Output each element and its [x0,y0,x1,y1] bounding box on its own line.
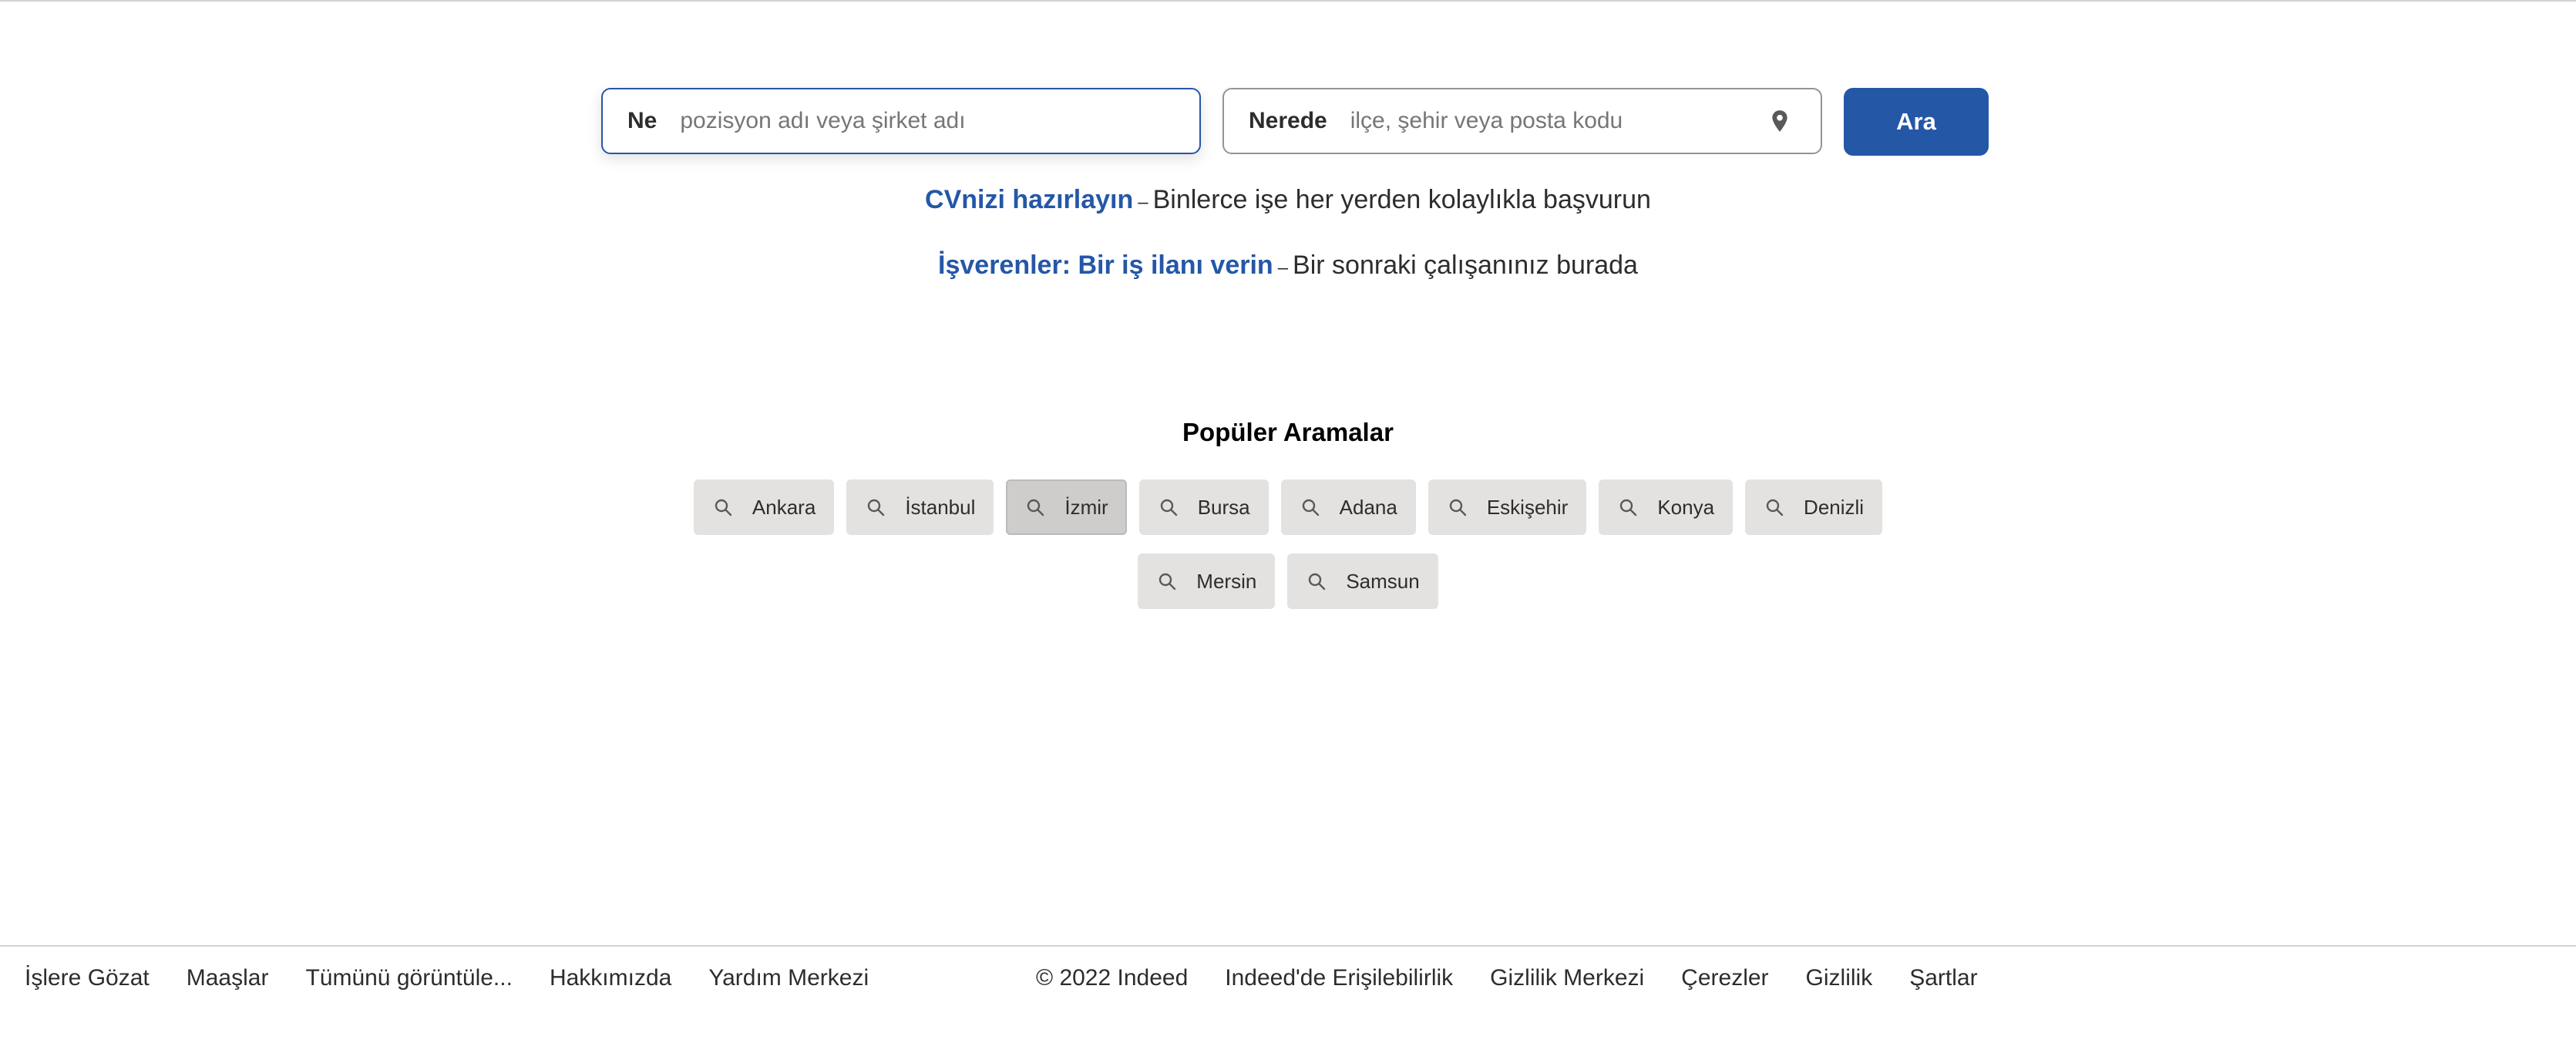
footer-link-browse-jobs[interactable]: İşlere Gözat [25,965,150,991]
popular-search-label: Konya [1657,495,1715,519]
what-search-field[interactable]: Ne [601,88,1201,154]
popular-search-chip[interactable]: Mersin [1138,553,1276,609]
popular-search-chip[interactable]: Denizli [1745,479,1883,535]
popular-search-chip[interactable]: İstanbul [846,479,994,535]
popular-search-label: Denizli [1804,495,1865,519]
promo-resume-text: Binlerce işe her yerden kolaylıkla başvu… [1152,185,1651,214]
search-icon [715,499,732,516]
search-icon [1766,499,1784,516]
popular-search-label: Samsun [1346,569,1420,593]
search-icon [1159,573,1176,590]
promo-employers: İşverenler: Bir iş ilanı verin – Bir sonra… [0,251,2576,281]
search-icon [1620,499,1637,516]
popular-search-label: Mersin [1196,569,1257,593]
indeed-home-page: Ne Nerede Ara CVnizi hazırlayın–Binlerce… [0,0,2576,1053]
popular-search-label: Eskişehir [1486,495,1569,519]
footer-link-help-center[interactable]: Yardım Merkezi [708,965,869,991]
footer-left-links: İşlere Gözat Maaşlar Tümünü görüntüle...… [25,965,869,991]
promo-separator: – [1277,257,1289,278]
what-label: Ne [627,108,657,133]
where-search-input[interactable] [1327,98,1770,144]
popular-search-chip[interactable]: Eskişehir [1428,479,1587,535]
top-divider [0,0,2576,2]
footer-link-cookies[interactable]: Çerezler [1681,965,1768,991]
popular-search-chip[interactable]: Bursa [1138,479,1269,535]
where-search-field[interactable]: Nerede [1222,88,1822,154]
search-icon [1160,499,1177,516]
promo-separator: – [1138,192,1148,213]
popular-searches-row-1: Ankara İstanbul İzmir Bursa Adana Eskişe… [0,479,2576,535]
location-pin-icon [1772,110,1787,132]
popular-search-chip-active[interactable]: İzmir [1006,479,1127,535]
search-button[interactable]: Ara [1844,88,1989,156]
post-job-link[interactable]: İşverenler: Bir iş ilanı verin [938,251,1273,280]
create-resume-link[interactable]: CVnizi hazırlayın [925,185,1133,214]
promo-resume: CVnizi hazırlayın – Binlerce işe her yerde… [0,185,2576,215]
search-icon [1449,499,1467,516]
footer-link-privacy-center[interactable]: Gizlilik Merkezi [1490,965,1644,991]
popular-search-label: İstanbul [905,495,976,519]
search-icon [1302,499,1319,516]
search-icon [1309,573,1326,590]
footer-link-salaries[interactable]: Maaşlar [187,965,269,991]
footer-copyright: © 2022 Indeed [1036,965,1189,991]
popular-search-chip[interactable]: Samsun [1287,553,1438,609]
where-label: Nerede [1249,108,1327,133]
popular-search-label: Ankara [752,495,816,519]
popular-searches-row-2: Mersin Samsun [0,553,2576,609]
search-bar: Ne Nerede Ara [601,88,1989,157]
footer: İşlere Gözat Maaşlar Tümünü görüntüle...… [0,965,2576,996]
search-icon [868,499,885,516]
footer-link-view-all[interactable]: Tümünü görüntüle... [305,965,513,991]
popular-search-label: Bursa [1197,495,1250,519]
popular-search-label: İzmir [1064,495,1108,519]
footer-link-accessibility[interactable]: Indeed'de Erişilebilirlik [1225,965,1453,991]
popular-search-chip[interactable]: Ankara [693,479,835,535]
popular-search-chip[interactable]: Adana [1280,479,1416,535]
footer-link-terms[interactable]: Şartlar [1909,965,1977,991]
footer-link-about[interactable]: Hakkımızda [550,965,671,991]
popular-search-chip[interactable]: Konya [1599,479,1734,535]
footer-divider [0,945,2576,947]
popular-search-label: Adana [1339,495,1397,519]
popular-searches-title: Popüler Aramalar [1182,418,1394,446]
footer-right-links: © 2022 Indeed Indeed'de Erişilebilirlik … [1036,965,1978,991]
footer-link-privacy[interactable]: Gizlilik [1806,965,1873,991]
promo-employers-text: Bir sonraki çalışanınız burada [1293,251,1638,280]
what-search-input[interactable] [657,98,1199,144]
search-icon [1027,499,1044,516]
